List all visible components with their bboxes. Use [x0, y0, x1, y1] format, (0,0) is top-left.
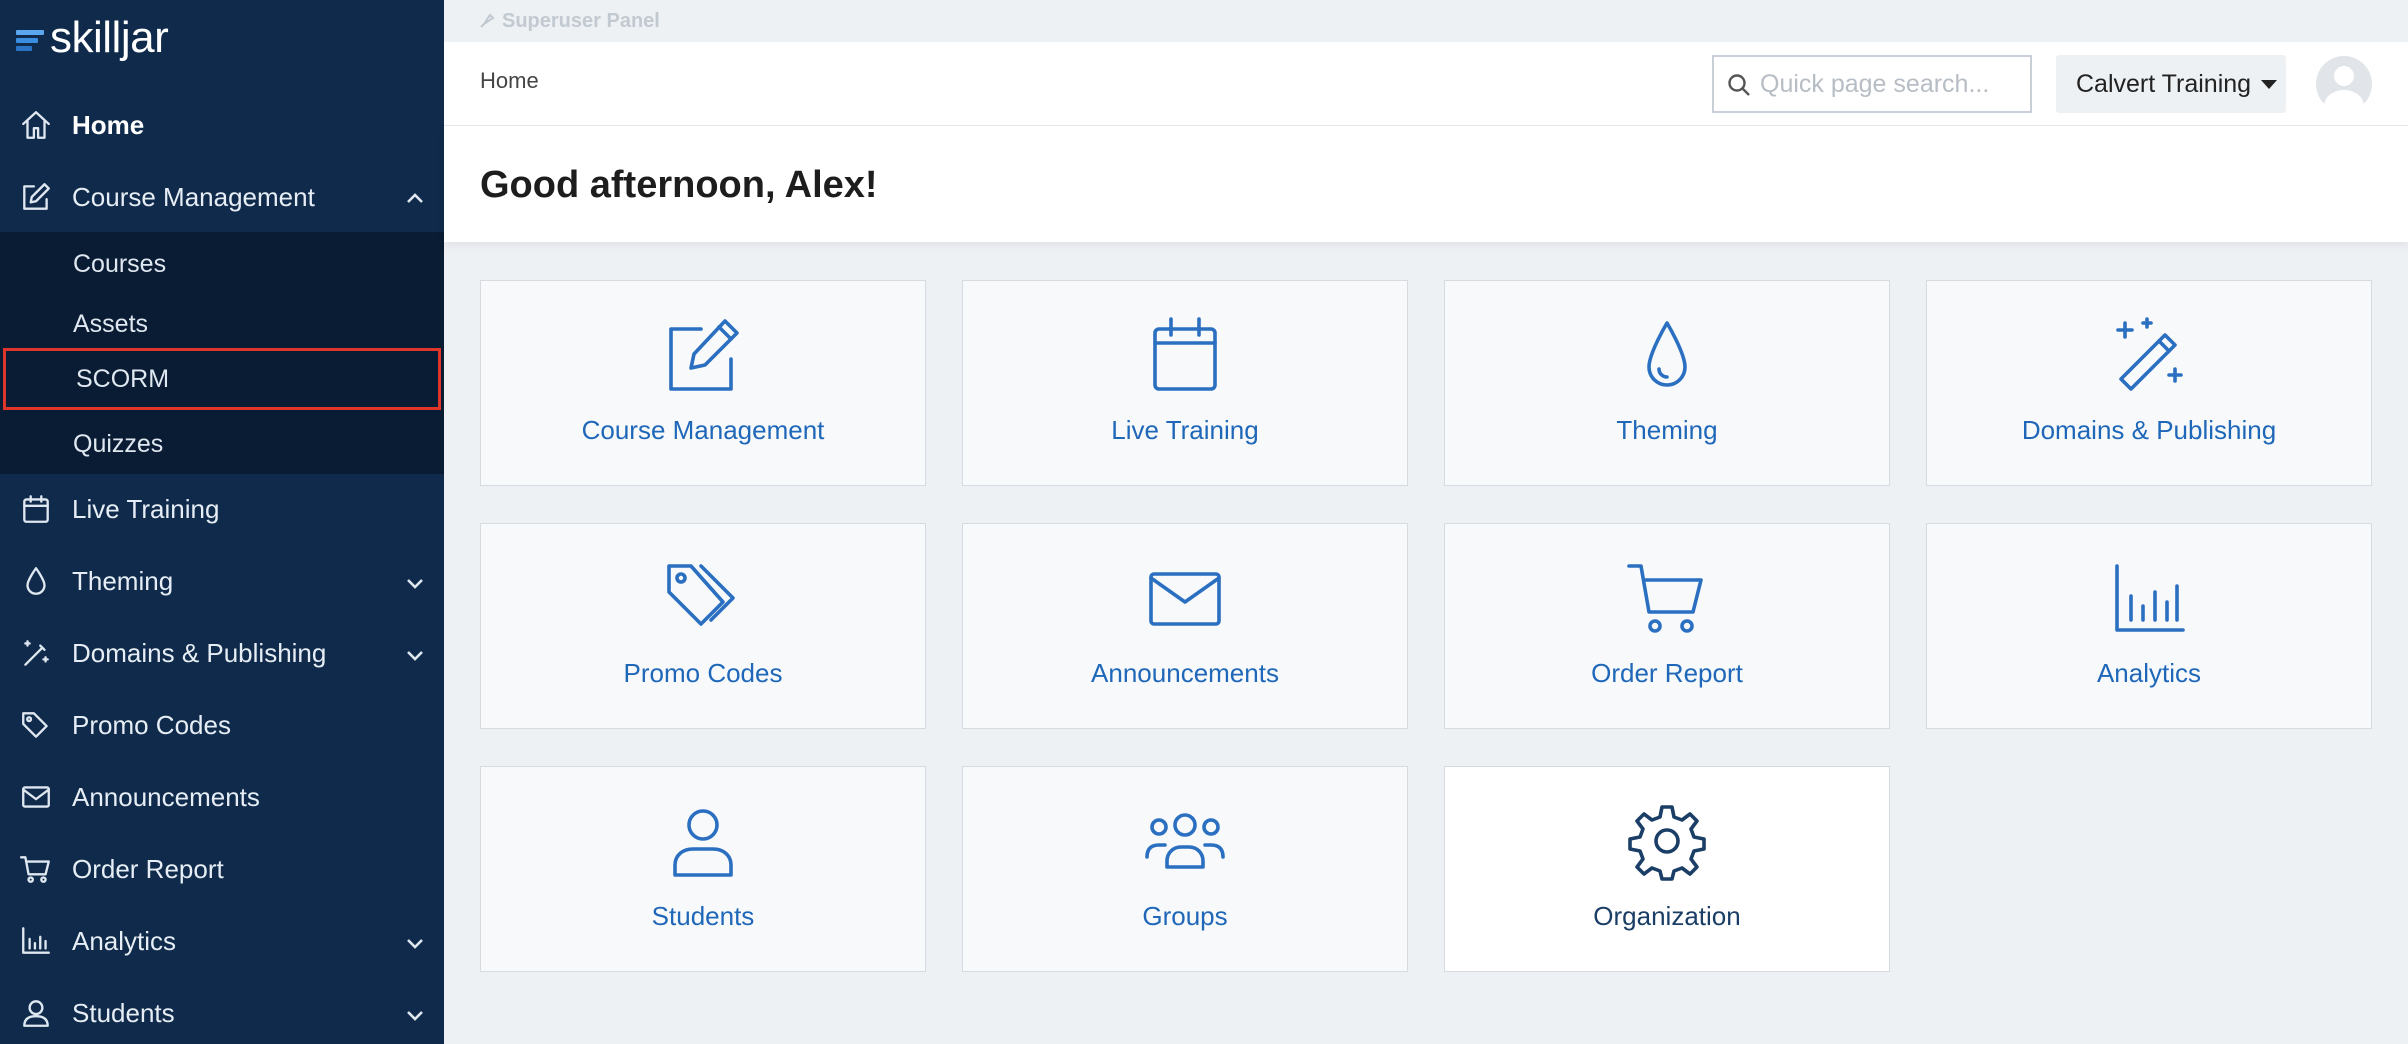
user-avatar[interactable]	[2316, 56, 2372, 112]
sidebar-item-theming[interactable]: Theming	[0, 545, 444, 617]
org-name: Calvert Training	[2076, 69, 2252, 98]
top-header: Home Calvert Training	[444, 42, 2408, 126]
tile-label: Theming	[1616, 415, 1718, 445]
tile-label: Groups	[1142, 901, 1228, 931]
gear-icon	[1625, 799, 1709, 883]
sidebar-item-label: Announcements	[72, 781, 260, 812]
brand-logo[interactable]: skilljar	[16, 8, 169, 68]
caret-down-icon	[2261, 79, 2278, 89]
sidebar-item-announcements[interactable]: Announcements	[0, 761, 444, 833]
breadcrumb[interactable]: Home	[480, 68, 539, 94]
rocket-icon	[480, 13, 495, 28]
tile-announcements[interactable]: Announcements	[962, 523, 1408, 729]
greeting-bar: Good afternoon, Alex!	[444, 126, 2408, 242]
sidebar-item-label: Live Training	[72, 493, 220, 524]
magic-wand-icon	[2107, 313, 2191, 397]
superuser-label: Superuser Panel	[502, 9, 660, 32]
chevron-down-icon[interactable]	[404, 1002, 426, 1024]
tag-icon	[661, 556, 745, 640]
user-icon	[661, 799, 745, 883]
tile-domains-publishing[interactable]: Domains & Publishing	[1926, 280, 2372, 486]
logo-mark-icon	[16, 24, 44, 52]
sidebar-item-label: Order Report	[72, 853, 224, 884]
user-icon	[18, 995, 54, 1031]
tile-students[interactable]: Students	[480, 766, 926, 972]
sidebar-item-analytics[interactable]: Analytics	[0, 905, 444, 977]
tile-label: Organization	[1593, 901, 1741, 931]
home-icon	[18, 107, 54, 143]
bar-chart-icon	[2107, 556, 2191, 640]
sidebar-item-label: Students	[72, 997, 175, 1028]
tile-promo-codes[interactable]: Promo Codes	[480, 523, 926, 729]
quick-search	[1712, 55, 2032, 113]
sidebar-item-domains-publishing[interactable]: Domains & Publishing	[0, 617, 444, 689]
magic-wand-icon	[18, 635, 54, 671]
tile-label: Course Management	[581, 415, 825, 445]
sidebar-item-label: Course Management	[72, 181, 315, 212]
page-title: Good afternoon, Alex!	[480, 164, 878, 206]
search-icon	[1728, 74, 1750, 96]
tag-icon	[18, 707, 54, 743]
sidebar-item-label: Home	[72, 109, 145, 140]
submenu-item-assets[interactable]: Assets	[0, 294, 444, 354]
tile-label: Analytics	[2096, 658, 2202, 688]
tile-label: Order Report	[1591, 658, 1743, 688]
tile-groups[interactable]: Groups	[962, 766, 1408, 972]
chevron-down-icon[interactable]	[404, 570, 426, 592]
search-input[interactable]	[1760, 69, 2020, 99]
cart-icon	[18, 851, 54, 887]
tile-course-management[interactable]: Course Management	[480, 280, 926, 486]
tile-organization[interactable]: Organization	[1444, 766, 1890, 972]
chevron-up-icon[interactable]	[404, 186, 426, 208]
sidebar-item-label: Analytics	[72, 925, 177, 956]
brand-name: skilljar	[50, 13, 169, 62]
sidebar-item-promo-codes[interactable]: Promo Codes	[0, 689, 444, 761]
sidebar-item-label: Promo Codes	[72, 709, 231, 740]
envelope-icon	[1143, 556, 1227, 640]
tile-label: Domains & Publishing	[2021, 415, 2277, 445]
bar-chart-icon	[18, 923, 54, 959]
sidebar-item-home[interactable]: Home	[0, 89, 444, 161]
app-root: skilljar Home Course Management Courses …	[0, 0, 2408, 1044]
edit-icon	[661, 313, 745, 397]
sidebar-item-order-report[interactable]: Order Report	[0, 833, 444, 905]
tile-label: Promo Codes	[623, 658, 783, 688]
envelope-icon	[18, 779, 54, 815]
sidebar-item-label: Theming	[72, 565, 174, 596]
org-switcher-button[interactable]: Calvert Training	[2056, 55, 2286, 113]
chevron-down-icon[interactable]	[404, 642, 426, 664]
tile-label: Live Training	[1111, 415, 1259, 445]
group-icon	[1143, 799, 1227, 883]
calendar-icon	[1143, 313, 1227, 397]
sidebar-item-label: Domains & Publishing	[72, 637, 327, 668]
tile-label: Announcements	[1091, 658, 1279, 688]
submenu-item-quizzes[interactable]: Quizzes	[0, 414, 444, 474]
submenu-item-courses[interactable]: Courses	[0, 234, 444, 294]
superuser-panel-link[interactable]: Superuser Panel	[444, 0, 2408, 42]
edit-icon	[18, 179, 54, 215]
chevron-down-icon[interactable]	[404, 930, 426, 952]
course-management-submenu: Courses Assets SCORM Quizzes	[0, 232, 444, 474]
sidebar-item-course-management[interactable]: Course Management	[0, 161, 444, 233]
sidebar-item-live-training[interactable]: Live Training	[0, 473, 444, 545]
submenu-item-scorm[interactable]: SCORM	[3, 348, 441, 410]
calendar-icon	[18, 491, 54, 527]
tile-label: Students	[651, 901, 755, 931]
sidebar-item-students[interactable]: Students	[0, 977, 444, 1044]
cart-icon	[1625, 556, 1709, 640]
tile-order-report[interactable]: Order Report	[1444, 523, 1890, 729]
tile-theming[interactable]: Theming	[1444, 280, 1890, 486]
sidebar: skilljar Home Course Management Courses …	[0, 0, 444, 1044]
droplet-icon	[18, 563, 54, 599]
tile-live-training[interactable]: Live Training	[962, 280, 1408, 486]
droplet-icon	[1625, 313, 1709, 397]
tile-analytics[interactable]: Analytics	[1926, 523, 2372, 729]
